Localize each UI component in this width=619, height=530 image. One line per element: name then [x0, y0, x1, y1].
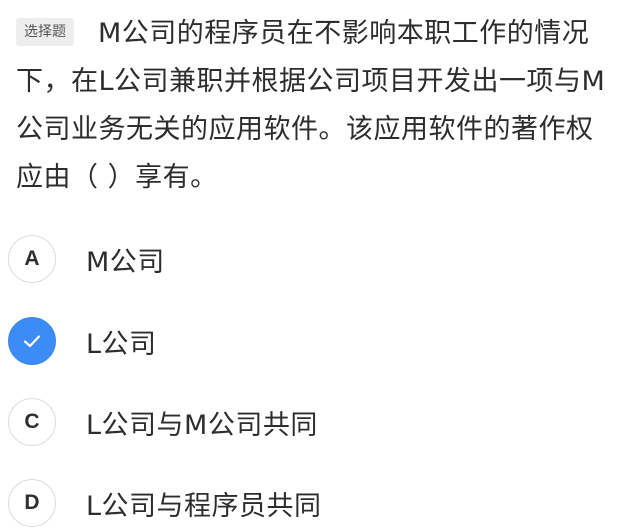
option-d-bubble[interactable]: D: [8, 479, 56, 527]
option-a-text: M公司: [86, 246, 165, 278]
option-a-bubble[interactable]: A: [8, 235, 56, 283]
option-d[interactable]: D L公司与程序员共同: [8, 476, 608, 530]
option-a[interactable]: A M公司: [8, 232, 608, 286]
check-icon: [23, 335, 41, 348]
option-c[interactable]: C L公司与M公司共同: [8, 395, 608, 449]
option-b[interactable]: L公司: [8, 314, 608, 368]
option-c-text: L公司与M公司共同: [86, 409, 318, 441]
option-b-bubble[interactable]: [8, 317, 56, 365]
option-c-bubble[interactable]: C: [8, 398, 56, 446]
question-type-badge: 选择题: [16, 17, 74, 46]
question-text: M公司的程序员在不影响本职工作的情况下，在L公司兼职并根据公司项目开发出一项与M…: [16, 18, 606, 193]
option-b-text: L公司: [86, 328, 157, 360]
question-stem: 选择题 M公司的程序员在不影响本职工作的情况下，在L公司兼职并根据公司项目开发出一…: [16, 10, 606, 202]
option-d-text: L公司与程序员共同: [86, 490, 322, 522]
